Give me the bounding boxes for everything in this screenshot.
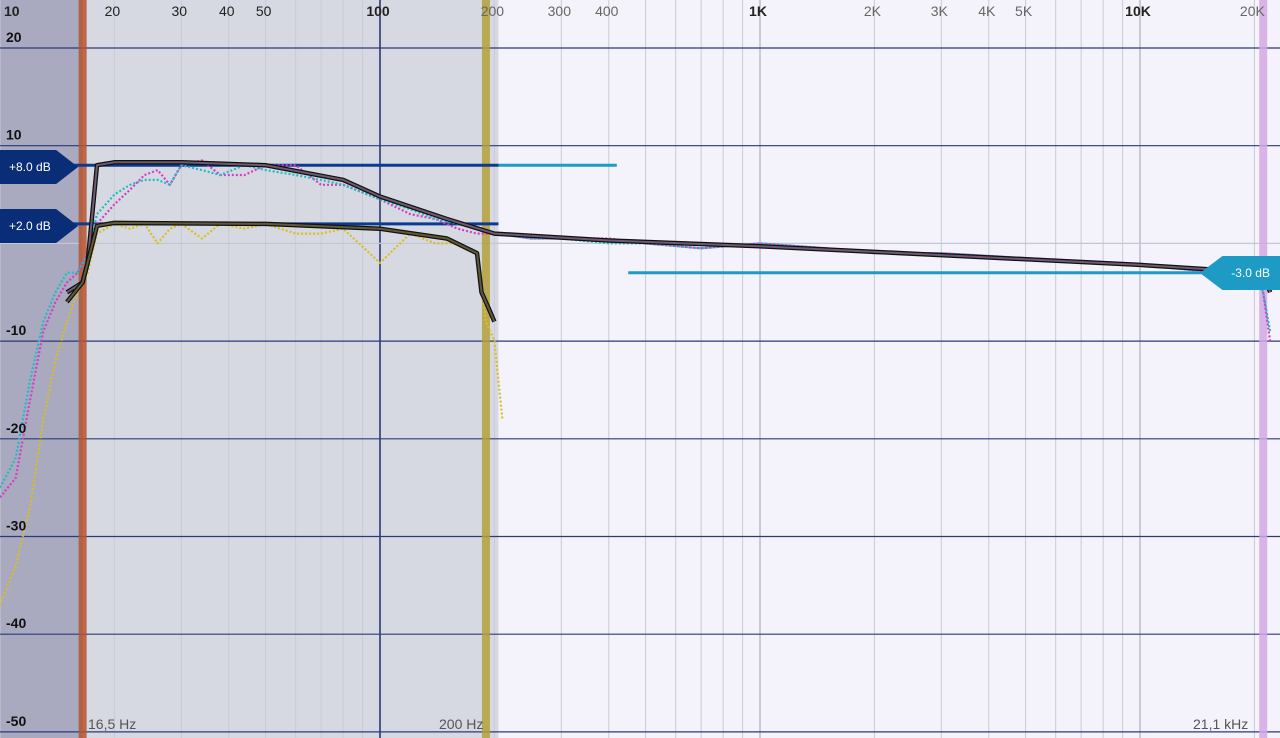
low-cutoff-label: 16,5 Hz — [88, 716, 137, 732]
db-tick-label: -30 — [6, 518, 26, 534]
freq-tick-label: 2K — [864, 3, 882, 19]
freq-tick-label: 10 — [4, 3, 20, 19]
db-tick-label: 20 — [6, 29, 22, 45]
freq-tick-label: 5K — [1015, 3, 1033, 19]
freq-tick-label: 300 — [548, 3, 572, 19]
freq-tick-label: 20K — [1240, 3, 1266, 19]
db-tick-label: -50 — [6, 713, 26, 729]
db-tick-label: -10 — [6, 322, 26, 338]
freq-tick-label: 50 — [256, 3, 272, 19]
cutoff-marker[interactable] — [1259, 0, 1268, 738]
freq-tick-label: 4K — [978, 3, 996, 19]
freq-tick-label: 1K — [749, 3, 767, 19]
db-tick-label: 10 — [6, 127, 22, 143]
freq-tick-label: 400 — [595, 3, 619, 19]
freq-tick-label: 100 — [366, 3, 390, 19]
lower-gain-label: +2.0 dB — [9, 219, 51, 233]
freq-tick-label: 30 — [172, 3, 188, 19]
band-crossover-region — [82, 0, 499, 738]
right-gain-label: -3.0 dB — [1231, 266, 1270, 280]
high-cutoff-label: 21,1 kHz — [1193, 716, 1249, 732]
db-tick-label: -20 — [6, 420, 26, 436]
upper-gain-label: +8.0 dB — [9, 160, 51, 174]
crossover-label: 200 Hz — [439, 716, 484, 732]
cutoff-marker[interactable] — [78, 0, 87, 738]
db-tick-label: -40 — [6, 615, 26, 631]
freq-tick-label: 40 — [219, 3, 235, 19]
frequency-response-chart[interactable]: 10 20 30 40 50 100 200 300 400 1K 2K 3K 4K 5K 10K 20K 20… — [0, 0, 1280, 738]
freq-tick-label: 3K — [931, 3, 949, 19]
freq-tick-label: 200 — [481, 3, 505, 19]
freq-tick-label: 20 — [105, 3, 121, 19]
cutoff-marker[interactable] — [481, 0, 490, 738]
freq-tick-label: 10K — [1125, 3, 1151, 19]
eq-analyzer-window: 10 20 30 40 50 100 200 300 400 1K 2K 3K 4K 5K 10K 20K 20… — [0, 0, 1280, 738]
